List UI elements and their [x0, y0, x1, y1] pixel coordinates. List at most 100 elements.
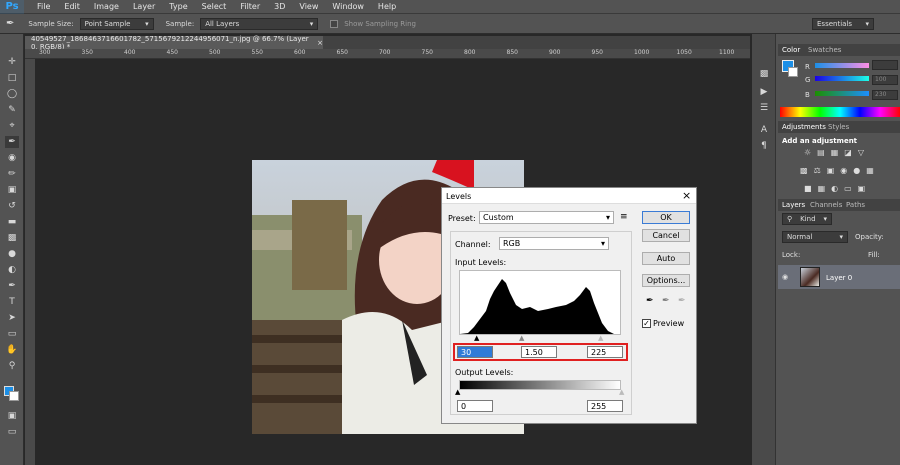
- menu-type[interactable]: Type: [162, 2, 194, 11]
- history-icon[interactable]: ▩: [757, 68, 771, 80]
- close-icon[interactable]: ×: [682, 189, 691, 202]
- vibrance-icon[interactable]: ▽: [858, 148, 864, 158]
- crop-tool-icon[interactable]: ⌖: [5, 120, 19, 132]
- menu-help[interactable]: Help: [371, 2, 403, 11]
- ok-button[interactable]: OK: [642, 211, 690, 224]
- input-black-field[interactable]: 30: [457, 346, 493, 358]
- photo-filter-icon[interactable]: ◉: [840, 166, 847, 176]
- quick-select-tool-icon[interactable]: ✎: [5, 104, 19, 116]
- channel-select[interactable]: RGB ▾: [499, 237, 609, 250]
- sampling-ring-checkbox[interactable]: [330, 19, 339, 28]
- character-icon[interactable]: A: [757, 124, 771, 136]
- tab-paths[interactable]: Paths: [846, 201, 865, 209]
- color-balance-icon[interactable]: ⚖: [814, 166, 821, 176]
- shape-tool-icon[interactable]: ▭: [5, 328, 19, 340]
- sample-select[interactable]: All Layers ▾: [200, 17, 319, 30]
- hand-tool-icon[interactable]: ✋: [5, 344, 19, 356]
- blend-mode-select[interactable]: Normal ▾: [782, 231, 848, 243]
- r-slider[interactable]: [815, 63, 869, 68]
- input-white-field[interactable]: 225: [587, 346, 623, 358]
- threshold-icon[interactable]: ◐: [831, 184, 838, 194]
- b-value[interactable]: 230: [872, 90, 898, 100]
- bw-icon[interactable]: ▣: [827, 166, 835, 176]
- menu-edit[interactable]: Edit: [57, 2, 87, 11]
- g-slider[interactable]: [815, 76, 869, 81]
- cancel-button[interactable]: Cancel: [642, 229, 690, 242]
- eraser-tool-icon[interactable]: ▬: [5, 216, 19, 228]
- kind-filter-select[interactable]: ⚲ Kind ▾: [782, 213, 832, 225]
- white-eyedropper-icon[interactable]: ✒: [678, 296, 686, 306]
- preview-checkbox[interactable]: ✓: [642, 319, 651, 328]
- workspace-select[interactable]: Essentials ▾: [812, 18, 874, 30]
- menu-select[interactable]: Select: [195, 2, 234, 11]
- levels-icon[interactable]: ▤: [817, 148, 825, 158]
- output-white-field[interactable]: 255: [587, 400, 623, 412]
- preset-options-icon[interactable]: ≡: [620, 212, 628, 222]
- type-tool-icon[interactable]: T: [5, 296, 19, 308]
- actions-icon[interactable]: ▶: [757, 86, 771, 98]
- menu-image[interactable]: Image: [87, 2, 126, 11]
- quick-mask-icon[interactable]: ▣: [5, 410, 19, 422]
- paragraph-icon[interactable]: ¶: [757, 140, 771, 152]
- background-color-swatch[interactable]: [788, 67, 798, 77]
- properties-icon[interactable]: ☰: [757, 102, 771, 114]
- brush-tool-icon[interactable]: ✏: [5, 168, 19, 180]
- color-lookup-icon[interactable]: ▦: [866, 166, 874, 176]
- layer-name[interactable]: Layer 0: [826, 274, 852, 282]
- auto-button[interactable]: Auto: [642, 252, 690, 265]
- menu-3d[interactable]: 3D: [267, 2, 292, 11]
- selective-color-icon[interactable]: ▣: [858, 184, 866, 194]
- sample-size-select[interactable]: Point Sample ▾: [79, 17, 154, 30]
- zoom-tool-icon[interactable]: ⚲: [5, 360, 19, 372]
- input-black-slider[interactable]: ▲: [474, 334, 479, 342]
- menu-window[interactable]: Window: [325, 2, 371, 11]
- input-gamma-field[interactable]: 1.50: [521, 346, 557, 358]
- channel-mixer-icon[interactable]: ●: [853, 166, 860, 176]
- input-gamma-slider[interactable]: ▲: [519, 334, 524, 342]
- eyedropper-icon[interactable]: ✒: [6, 18, 14, 29]
- preset-select[interactable]: Custom ▾: [479, 211, 614, 224]
- hue-sat-icon[interactable]: ▩: [800, 166, 808, 176]
- path-select-tool-icon[interactable]: ➤: [5, 312, 19, 324]
- curves-icon[interactable]: ▦: [831, 148, 839, 158]
- eye-icon[interactable]: ◉: [782, 273, 788, 281]
- output-black-slider[interactable]: ▲: [455, 388, 460, 396]
- move-tool-icon[interactable]: ✛: [5, 56, 19, 68]
- close-icon[interactable]: ×: [317, 39, 323, 47]
- marquee-tool-icon[interactable]: □: [5, 72, 19, 84]
- menu-filter[interactable]: Filter: [233, 2, 267, 11]
- document-tab[interactable]: 40549527_1868463716601782_57156792122449…: [25, 35, 323, 51]
- menu-file[interactable]: File: [30, 2, 57, 11]
- gray-eyedropper-icon[interactable]: ✒: [662, 296, 670, 306]
- healing-tool-icon[interactable]: ◉: [5, 152, 19, 164]
- tab-styles[interactable]: Styles: [828, 123, 849, 131]
- background-color-swatch[interactable]: [9, 391, 19, 401]
- gradient-tool-icon[interactable]: ▩: [5, 232, 19, 244]
- tab-channels[interactable]: Channels: [810, 201, 842, 209]
- pen-tool-icon[interactable]: ✒: [5, 280, 19, 292]
- tab-layers[interactable]: Layers: [782, 201, 805, 209]
- output-black-field[interactable]: 0: [457, 400, 493, 412]
- brightness-icon[interactable]: ☼: [804, 148, 811, 158]
- stamp-tool-icon[interactable]: ▣: [5, 184, 19, 196]
- gradient-map-icon[interactable]: ▭: [844, 184, 852, 194]
- color-spectrum-bar[interactable]: [780, 107, 900, 117]
- tab-swatches[interactable]: Swatches: [808, 46, 841, 54]
- eyedropper-tool-icon[interactable]: ✒: [5, 136, 19, 148]
- lasso-tool-icon[interactable]: ◯: [5, 88, 19, 100]
- history-brush-tool-icon[interactable]: ↺: [5, 200, 19, 212]
- tab-color[interactable]: Color: [782, 46, 800, 54]
- blur-tool-icon[interactable]: ●: [5, 248, 19, 260]
- invert-icon[interactable]: ■: [804, 184, 812, 194]
- g-value[interactable]: 100: [872, 75, 898, 85]
- posterize-icon[interactable]: ▦: [818, 184, 826, 194]
- r-value[interactable]: [872, 60, 898, 70]
- menu-layer[interactable]: Layer: [126, 2, 162, 11]
- input-white-slider[interactable]: ▲: [598, 334, 603, 342]
- screen-mode-icon[interactable]: ▭: [5, 426, 19, 438]
- output-white-slider[interactable]: ▲: [619, 388, 624, 396]
- black-eyedropper-icon[interactable]: ✒: [646, 296, 654, 306]
- options-button[interactable]: Options...: [642, 274, 690, 287]
- dodge-tool-icon[interactable]: ◐: [5, 264, 19, 276]
- b-slider[interactable]: [815, 91, 869, 96]
